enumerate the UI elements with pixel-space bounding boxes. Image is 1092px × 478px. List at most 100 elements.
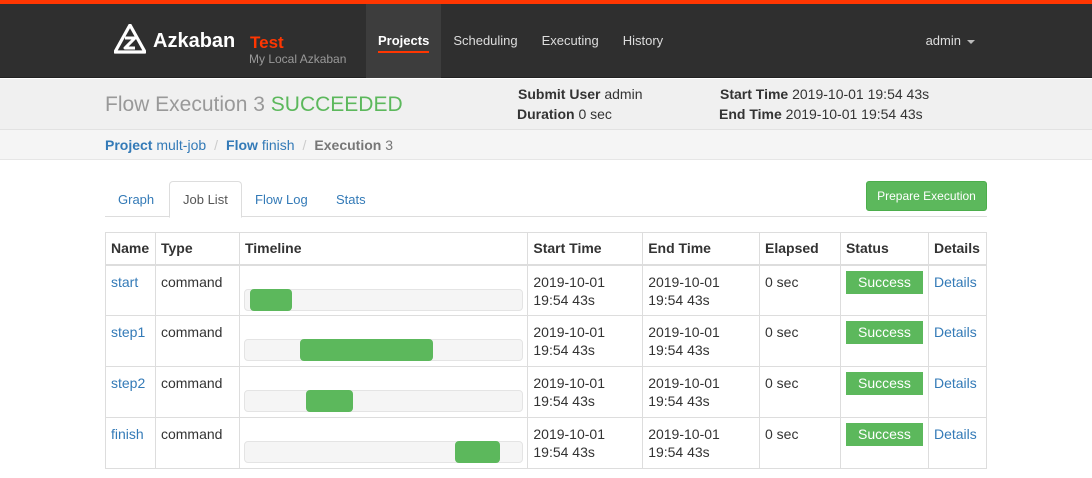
job-type: command: [154, 315, 240, 367]
submit-user: Submit User admin: [518, 86, 643, 102]
start-date: 2019-10-01: [533, 426, 605, 442]
breadcrumb-execution-label: Execution: [314, 137, 382, 153]
timeline-track: [243, 390, 523, 412]
status-cell: Success: [839, 417, 929, 469]
user-menu[interactable]: admin: [926, 33, 975, 48]
table-row: step2 command 2019-10-01 19:54 43s 2019-1…: [105, 366, 988, 418]
breadcrumb-flow[interactable]: Flow finish: [226, 137, 294, 153]
end-time-value: 2019-10-01 19:54 43s: [785, 106, 923, 122]
job-name-link[interactable]: step1: [111, 324, 145, 340]
col-status-header: Status: [839, 232, 929, 266]
end-time-label: End Time: [719, 106, 782, 122]
flow-status: SUCCEEDED: [270, 93, 403, 116]
execution-header: Flow Execution 3 SUCCEEDED Submit User a…: [0, 79, 1092, 130]
col-timeline-header: Timeline: [238, 232, 529, 266]
timeline-bar: [455, 441, 500, 463]
col-start-time-header: Start Time: [527, 232, 644, 266]
breadcrumb: Project mult-job / Flow finish / Executi…: [0, 130, 1092, 160]
elapsed-cell: 0 sec: [759, 366, 841, 418]
page-title: Flow Execution 3 SUCCEEDED: [105, 93, 403, 117]
start-clock: 19:54 43s: [533, 393, 595, 409]
end-time-cell: 2019-10-01 19:54 43s: [642, 264, 760, 316]
timeline-track: [243, 288, 523, 311]
nav-scheduling-label: Scheduling: [453, 33, 518, 48]
timeline-track: [243, 441, 523, 463]
job-list-table: Name Type Timeline Start Time End Time E…: [105, 232, 988, 469]
start-date: 2019-10-01: [533, 375, 605, 391]
duration: Duration 0 sec: [517, 106, 612, 122]
timeline-cell: [238, 417, 529, 469]
flow-title-prefix: Flow Execution 3: [105, 93, 265, 116]
col-end-time-header: End Time: [642, 232, 760, 266]
timeline-bar: [305, 390, 353, 412]
tab-stats[interactable]: Stats: [323, 181, 379, 217]
status-cell: Success: [839, 366, 929, 418]
start-clock: 19:54 43s: [533, 342, 595, 358]
col-details-header: Details: [927, 232, 988, 266]
start-clock: 19:54 43s: [533, 291, 595, 308]
breadcrumb-execution: Execution 3: [314, 137, 393, 153]
job-name-link[interactable]: finish: [111, 426, 144, 442]
status-badge: Success: [845, 423, 923, 446]
job-type: command: [154, 366, 240, 418]
start-clock: 19:54 43s: [533, 444, 595, 460]
end-clock: 19:54 43s: [648, 393, 710, 409]
start-time-label: Start Time: [720, 86, 789, 102]
end-time: End Time 2019-10-01 19:54 43s: [719, 106, 923, 122]
status-badge: Success: [845, 372, 923, 395]
timeline-track: [243, 339, 523, 361]
end-date: 2019-10-01: [648, 426, 720, 442]
nav-projects[interactable]: Projects: [366, 4, 442, 78]
details-link[interactable]: Details: [934, 426, 977, 442]
breadcrumb-separator: /: [214, 137, 219, 153]
start-time-cell: 2019-10-01 19:54 43s: [527, 366, 644, 418]
elapsed-cell: 0 sec: [759, 417, 841, 469]
duration-value: 0 sec: [578, 106, 612, 122]
timeline-cell: [238, 315, 529, 367]
table-row: finish command 2019-10-01 19:54 43s 2019-…: [105, 417, 988, 469]
details-link[interactable]: Details: [934, 324, 977, 340]
elapsed-cell: 0 sec: [759, 264, 841, 316]
nav-executing[interactable]: Executing: [530, 4, 611, 78]
tab-graph[interactable]: Graph: [105, 181, 167, 217]
start-date: 2019-10-01: [533, 273, 605, 290]
start-time: Start Time 2019-10-01 19:54 43s: [720, 86, 929, 102]
tab-bar: Graph Job List Flow Log Stats: [105, 181, 987, 218]
submit-user-value: admin: [604, 86, 643, 102]
nav-projects-label: Projects: [378, 33, 430, 53]
end-date: 2019-10-01: [648, 273, 720, 290]
prepare-execution-button[interactable]: Prepare Execution: [866, 181, 987, 211]
table-row: step1 command 2019-10-01 19:54 43s 2019-1…: [105, 315, 988, 367]
timeline-cell: [238, 264, 529, 316]
nav-history[interactable]: History: [611, 4, 675, 78]
col-elapsed-header: Elapsed: [759, 232, 841, 266]
tab-job-list[interactable]: Job List: [169, 181, 242, 218]
breadcrumb-flow-value: finish: [261, 137, 295, 153]
submit-user-label: Submit User: [518, 86, 601, 102]
nav-scheduling[interactable]: Scheduling: [441, 4, 529, 78]
brand-env: Test: [250, 33, 284, 52]
user-name: admin: [925, 33, 961, 48]
details-link[interactable]: Details: [934, 274, 977, 290]
breadcrumb-project[interactable]: Project mult-job: [105, 137, 206, 153]
table-header-row: Name Type Timeline Start Time End Time E…: [105, 232, 988, 266]
end-time-cell: 2019-10-01 19:54 43s: [642, 417, 760, 469]
job-name-link[interactable]: start: [111, 274, 138, 290]
breadcrumb-execution-value: 3: [385, 137, 393, 153]
nav-history-label: History: [622, 33, 664, 48]
job-type: command: [154, 264, 240, 316]
duration-label: Duration: [517, 106, 575, 122]
brand-subtitle: My Local Azkaban: [249, 52, 347, 66]
breadcrumb-project-label: Project: [105, 137, 153, 153]
status-badge: Success: [845, 270, 923, 294]
timeline-bar: [300, 339, 434, 361]
main-nav: Projects Scheduling Executing History: [366, 4, 675, 78]
breadcrumb-flow-label: Flow: [226, 137, 258, 153]
details-link[interactable]: Details: [934, 375, 977, 391]
tab-flow-log[interactable]: Flow Log: [242, 181, 321, 217]
status-cell: Success: [839, 264, 929, 316]
navbar: Azkaban Test My Local Azkaban Projects S…: [0, 4, 1092, 78]
nav-executing-label: Executing: [541, 33, 599, 48]
job-name-link[interactable]: step2: [111, 375, 145, 391]
brand-name: Azkaban: [153, 30, 236, 52]
